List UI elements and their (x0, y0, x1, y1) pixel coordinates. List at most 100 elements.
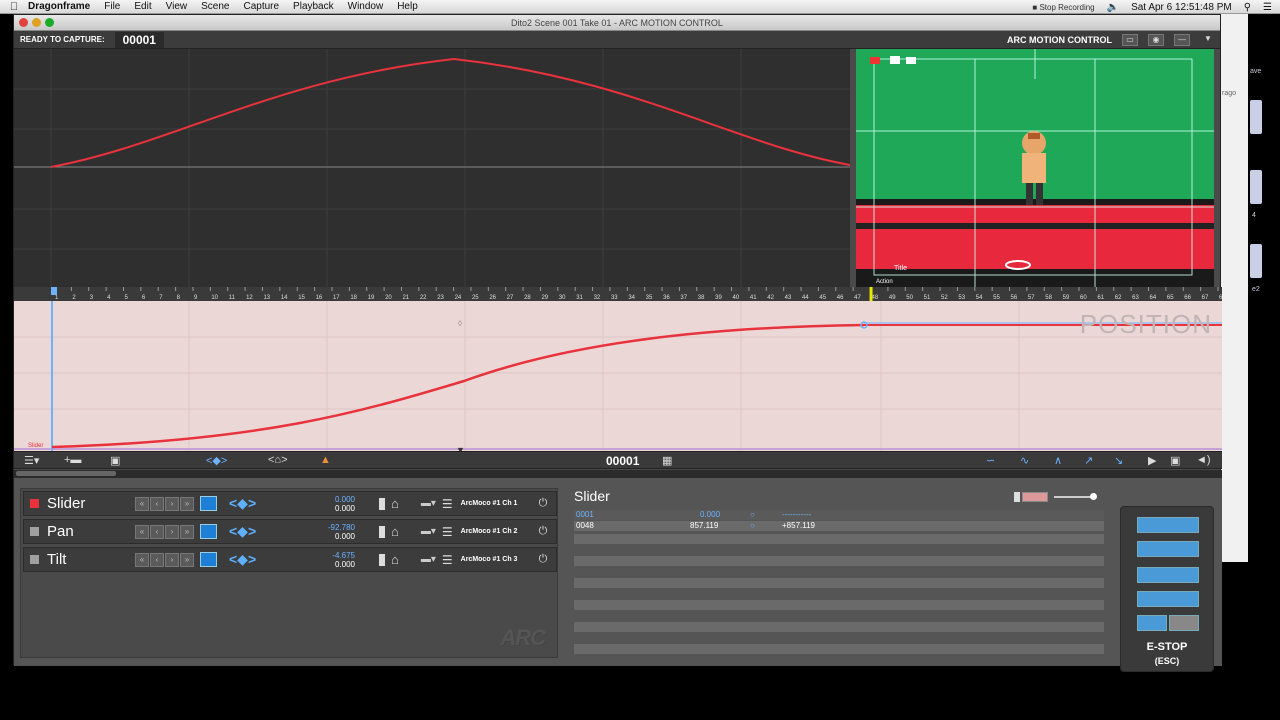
view-icon[interactable]: ▣ (1170, 454, 1180, 467)
step-frame-button[interactable] (1137, 591, 1199, 607)
dropdown-arrow-icon[interactable]: ▼ (1200, 34, 1216, 46)
menu-lines-icon[interactable]: ☰▾ (24, 454, 39, 467)
live-view-toggle[interactable] (200, 552, 217, 567)
menu-window[interactable]: Window (348, 1, 384, 12)
end-keyframe-marker[interactable] (869, 287, 873, 301)
home-position-icon[interactable]: ▲ (320, 454, 331, 466)
clock[interactable]: Sat Apr 6 12:51:48 PM (1131, 2, 1232, 13)
timeline-ruler[interactable]: 1 2 3 4 5 6 7 8 9 10 11 12 13 14 15 16 17 18 19 20 21 22 23 24 2… (14, 287, 1226, 301)
desktop-icon-2[interactable] (1250, 170, 1262, 204)
ramp-up-icon[interactable]: ↗ (1084, 454, 1093, 467)
horizontal-scrollbar[interactable] (14, 470, 1222, 478)
close-button[interactable] (19, 18, 28, 27)
menu-scene[interactable]: Scene (201, 1, 229, 12)
add-keyframe-icon[interactable]: +▬ (64, 454, 81, 466)
graph-frame-number[interactable]: 00001 (606, 454, 639, 468)
power-icon[interactable]: ⏻ (539, 553, 548, 566)
keyframe-marker-icon: ○ (750, 521, 755, 530)
home-icon[interactable]: ⌂ (391, 496, 399, 511)
motor-icon[interactable]: ▬▾ (421, 554, 436, 565)
run-move-button[interactable] (1137, 567, 1199, 583)
position-graph[interactable]: ◊ ▼ Slider POSITION (14, 301, 1222, 455)
ease-tool-icon[interactable]: ∿ (1020, 454, 1029, 467)
list-icon[interactable]: ☰ (1263, 2, 1272, 13)
desktop-icon-1[interactable] (1250, 100, 1262, 134)
menu-app-name[interactable]: Dragonframe (28, 1, 90, 12)
minimize-button[interactable] (32, 18, 41, 27)
zoom-slider[interactable] (1014, 492, 1104, 502)
keyframe-nav-icon[interactable]: <◆> (229, 551, 275, 568)
motor-icon[interactable]: ▬▾ (421, 498, 436, 509)
jog-forward-button[interactable]: › (165, 496, 179, 511)
menu-lines-icon[interactable]: ☰ (442, 497, 453, 511)
settings-gear-icon[interactable] (1169, 615, 1199, 631)
keyframe-row[interactable]: 0048 857.119 ○ +857.119 (574, 521, 1104, 531)
axis-row-slider[interactable]: Slider «‹ ›» <◆> 0.000 0.000 ⌂ ▬▾ ☰ ArcMo… (23, 491, 557, 516)
scrollbar-thumb[interactable] (16, 471, 116, 476)
collapse-icon[interactable]: — (1174, 34, 1190, 46)
apple-icon[interactable]:  (0, 1, 28, 13)
spotlight-icon[interactable]: ⚲ (1244, 2, 1251, 13)
preview-mode-button[interactable] (1137, 541, 1199, 557)
axis-value-current: 0.000 (334, 559, 355, 569)
menu-view[interactable]: View (166, 1, 188, 12)
motor-icon[interactable]: ▬▾ (421, 526, 436, 537)
jog-fast-back-button[interactable]: « (135, 496, 149, 511)
jog-fast-forward-button[interactable]: » (180, 552, 194, 567)
camera-move-button[interactable] (1137, 615, 1167, 631)
power-icon[interactable]: ⏻ (539, 525, 548, 538)
jog-fast-back-button[interactable]: « (135, 552, 149, 567)
stop-icon[interactable] (379, 525, 385, 538)
volume-icon[interactable]: 🔈 (1107, 2, 1119, 13)
desktop-icon-3[interactable] (1250, 244, 1262, 278)
keyframe-nav-icon[interactable]: <◆> (229, 495, 275, 512)
live-view-toggle[interactable] (200, 496, 217, 511)
curve-tool-icon[interactable]: ∽ (986, 454, 995, 467)
menu-lines-icon[interactable]: ☰ (442, 525, 453, 539)
zoom-button[interactable] (45, 18, 54, 27)
estop-button[interactable]: E-STOP (1121, 641, 1213, 654)
monitor-icon[interactable]: ▭ (1122, 34, 1138, 46)
stop-recording-item[interactable]: ■ Stop Recording (1032, 3, 1094, 12)
window-titlebar[interactable]: Dito2 Scene 001 Take 01 - ARC MOTION CON… (14, 15, 1220, 31)
power-icon[interactable]: ⏻ (539, 497, 548, 510)
jog-back-button[interactable]: ‹ (150, 552, 164, 567)
stop-icon[interactable] (379, 497, 385, 510)
menu-edit[interactable]: Edit (134, 1, 151, 12)
menu-help[interactable]: Help (397, 1, 418, 12)
camera-person-icon[interactable]: ▣ (110, 454, 120, 467)
peak-tool-icon[interactable]: ∧ (1054, 454, 1062, 467)
audio-icon[interactable]: ◄) (1196, 454, 1211, 466)
menu-capture[interactable]: Capture (243, 1, 279, 12)
jog-forward-button[interactable]: › (165, 552, 179, 567)
camera-preview[interactable]: Title Action (856, 49, 1214, 287)
jog-fast-forward-button[interactable]: » (180, 524, 194, 539)
menu-playback[interactable]: Playback (293, 1, 334, 12)
jog-fast-forward-button[interactable]: » (180, 496, 194, 511)
stop-icon[interactable] (379, 553, 385, 566)
home-nav-icon[interactable]: <⌂> (268, 454, 288, 466)
play-icon[interactable]: ▶ (1148, 454, 1156, 467)
menu-file[interactable]: File (104, 1, 120, 12)
keyframe-row[interactable]: 0001 0.000 ○ ----------- (574, 510, 1104, 520)
home-icon[interactable]: ⌂ (391, 552, 399, 567)
live-view-toggle[interactable] (200, 524, 217, 539)
home-icon[interactable]: ⌂ (391, 524, 399, 539)
menu-lines-icon[interactable]: ☰ (442, 553, 453, 567)
playhead-marker[interactable] (51, 287, 57, 295)
jog-fast-back-button[interactable]: « (135, 524, 149, 539)
keyframe-nav-icon[interactable]: <◆> (206, 454, 227, 467)
ramp-down-icon[interactable]: ↘ (1114, 454, 1123, 467)
keyboard-icon[interactable]: ▦ (662, 454, 672, 467)
jog-back-button[interactable]: ‹ (150, 524, 164, 539)
keyframe-nav-icon[interactable]: <◆> (229, 523, 275, 540)
capture-mode-button[interactable] (1137, 517, 1199, 533)
zoom-handle[interactable] (1090, 493, 1097, 500)
axis-row-pan[interactable]: Pan «‹ ›» <◆> -92.780 0.000 ⌂ ▬▾ ☰ ArcMoc… (23, 519, 557, 544)
velocity-graph[interactable] (14, 49, 851, 287)
axis-row-tilt[interactable]: Tilt «‹ ›» <◆> -4.675 0.000 ⌂ ▬▾ ☰ ArcMoc… (23, 547, 557, 572)
axis-channel: ArcMoco #1 Ch 1 (460, 500, 518, 507)
jog-forward-button[interactable]: › (165, 524, 179, 539)
jog-back-button[interactable]: ‹ (150, 496, 164, 511)
camera-icon[interactable]: ◉ (1148, 34, 1164, 46)
